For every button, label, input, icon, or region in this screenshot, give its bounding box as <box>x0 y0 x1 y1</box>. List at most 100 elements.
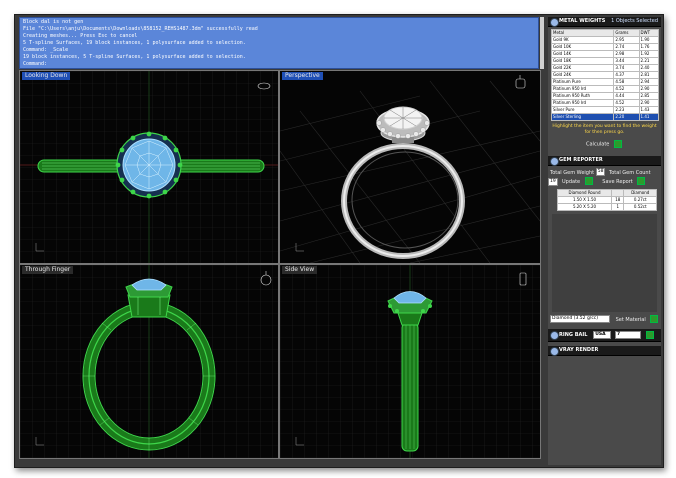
table-row[interactable]: Gold 9K 2.95 1.90 <box>550 36 660 44</box>
dwt-cell: 2.85 <box>638 92 660 100</box>
table-row[interactable]: Silver Pure 2.23 1.43 <box>550 106 660 114</box>
dwt-cell: 2.90 <box>638 99 660 107</box>
gem-reporter-title: GEM REPORTER <box>559 157 603 163</box>
gem-totals-row: Total Gem Weight 58 Total Gem Count 19 <box>548 168 661 186</box>
table-row[interactable]: Platinum Pure 4.58 2.94 <box>550 78 660 86</box>
gem-table: Diamond Round Diamond 1.50 X 1.50 18 0.27c… <box>557 189 657 211</box>
sphere-icon <box>550 347 559 356</box>
metal-cell: Silver Sterling <box>550 113 615 121</box>
set-material-button[interactable] <box>650 315 659 323</box>
update-label: Update <box>562 178 581 185</box>
save-report-label: Save Report <box>602 178 633 185</box>
grams-cell: 4.52 <box>613 99 640 107</box>
rhino-window: Block dal is not gen File "C:\Users\anju… <box>14 14 664 468</box>
dwt-cell: 1.90 <box>638 36 660 44</box>
column-header: Grams <box>613 29 640 37</box>
metal-cell: Platinum 950 Ird <box>550 99 615 107</box>
total-gem-weight-field[interactable]: 58 <box>595 168 606 176</box>
calculate-label: Calculate <box>586 141 610 148</box>
dwt-cell: 2.94 <box>638 78 660 86</box>
update-button[interactable] <box>584 177 593 185</box>
metal-cell: Silver Pure <box>550 106 615 114</box>
grams-cell: 2.23 <box>613 106 640 114</box>
grams-cell: 2.74 <box>613 43 640 51</box>
vray-render-header[interactable]: VRAY RENDER <box>548 346 661 356</box>
material-select[interactable]: Diamond (3.52 g/cc) <box>550 315 610 323</box>
grams-cell: 4.52 <box>613 85 640 93</box>
material-row: Diamond (3.52 g/cc) Set Material <box>548 315 661 324</box>
viewport-label[interactable]: Through Finger <box>22 266 74 274</box>
grams-cell: 2.98 <box>613 50 640 58</box>
save-report-button[interactable] <box>637 177 646 185</box>
viewport-front-drawing <box>20 265 278 458</box>
dwt-cell: 1.43 <box>638 106 660 114</box>
table-row[interactable]: Gold 10K 2.74 1.76 <box>550 43 660 51</box>
column-header <box>610 189 625 197</box>
viewport-perspective[interactable]: Perspective <box>279 70 541 264</box>
metal-weights-header[interactable]: METAL WEIGHTS 1 Objects Selected <box>548 17 661 27</box>
viewport-perspective-drawing <box>280 71 540 263</box>
ring-region-select[interactable]: USA <box>593 330 612 339</box>
command-scrollbar[interactable] <box>540 17 544 69</box>
table-row[interactable]: Platinum 950 Ird 4.52 2.90 <box>550 99 660 107</box>
table-row[interactable]: Silver Sterling 2.20 1.41 <box>550 113 660 121</box>
total-gem-count-label: Total Gem Count <box>609 169 651 176</box>
metal-weights-title: METAL WEIGHTS <box>559 18 606 24</box>
table-row[interactable]: Gold 14K 2.98 1.92 <box>550 50 660 58</box>
viewport-label[interactable]: Looking Down <box>22 72 71 80</box>
grams-cell: 3.44 <box>613 57 640 65</box>
command-line: File "C:\Users\anju\Documents\Downloads\… <box>23 26 258 32</box>
command-line: Block dal is not gen <box>23 19 84 25</box>
table-row[interactable]: Gold 24K 4.37 2.81 <box>550 71 660 79</box>
table-row[interactable]: Gold 18K 3.44 2.21 <box>550 57 660 65</box>
metal-cell: Gold 22K <box>550 64 615 72</box>
command-prompt[interactable]: Command: <box>23 61 535 68</box>
table-row[interactable]: 5.20 X 5.20 1 0.52ct <box>557 203 657 211</box>
selection-count: 1 Objects Selected <box>611 18 658 24</box>
metal-cell: Gold 9K <box>550 36 615 44</box>
gem-count-cell: 1 <box>610 203 625 211</box>
total-gem-weight-label: Total Gem Weight <box>550 169 595 176</box>
sphere-icon <box>550 18 559 27</box>
metal-cell: Platinum 950 Ruth <box>550 92 615 100</box>
gem-list-area <box>552 214 657 312</box>
viewport-top-drawing <box>20 71 278 263</box>
grams-cell: 2.95 <box>613 36 640 44</box>
gem-reporter-header[interactable]: GEM REPORTER <box>548 156 661 166</box>
column-header: Metal <box>550 29 615 37</box>
gem-weight-cell: 0.27ct <box>623 196 657 204</box>
gem-count-cell: 18 <box>610 196 625 204</box>
ring-size-select[interactable]: 7 <box>614 330 641 339</box>
metal-cell: Gold 10K <box>550 43 615 51</box>
grams-cell: 3.74 <box>613 64 640 72</box>
command-line: Creating meshes... Press Esc to cancel <box>23 33 138 39</box>
dwt-cell: 2.40 <box>638 64 660 72</box>
viewport-through-finger[interactable]: Through Finger <box>19 264 279 459</box>
grams-cell: 2.20 <box>613 113 640 121</box>
metal-weights-hint: Highlight the item you want to find the … <box>552 124 657 135</box>
grams-cell: 4.58 <box>613 78 640 86</box>
command-line: 19 block instances, 5 T-spline Surfaces,… <box>23 54 246 60</box>
dwt-cell: 2.90 <box>638 85 660 93</box>
column-header: DWT <box>638 29 660 37</box>
set-material-label: Set Material <box>615 316 646 323</box>
viewport-side-drawing <box>280 265 540 458</box>
viewport-label[interactable]: Perspective <box>282 72 323 80</box>
table-row[interactable]: Platinum 950 Ruth 4.44 2.85 <box>550 92 660 100</box>
metal-cell: Platinum 950 Ird <box>550 85 615 93</box>
table-row[interactable]: 1.50 X 1.50 18 0.27ct <box>557 196 657 204</box>
calculate-button[interactable] <box>613 140 622 148</box>
calculate-row: Calculate <box>586 140 661 148</box>
ring-bail-go-button[interactable] <box>645 330 654 339</box>
table-row[interactable]: Platinum 950 Ird 4.52 2.90 <box>550 85 660 93</box>
viewport-side-view[interactable]: Side View <box>279 264 541 459</box>
viewport-looking-down[interactable]: Looking Down <box>19 70 279 264</box>
metal-weights-table: Metal Grams DWT Gold 9K 2.95 1.90 Gold 10K… <box>550 29 660 121</box>
command-history[interactable]: Block dal is not gen File "C:\Users\anju… <box>19 17 539 69</box>
dwt-cell: 1.41 <box>638 113 660 121</box>
viewport-label[interactable]: Side View <box>282 266 318 274</box>
sphere-icon <box>550 331 559 340</box>
dwt-cell: 1.92 <box>638 50 660 58</box>
table-row[interactable]: Gold 22K 3.74 2.40 <box>550 64 660 72</box>
ring-bail-header[interactable]: RING BAIL USA 7 <box>548 329 661 342</box>
